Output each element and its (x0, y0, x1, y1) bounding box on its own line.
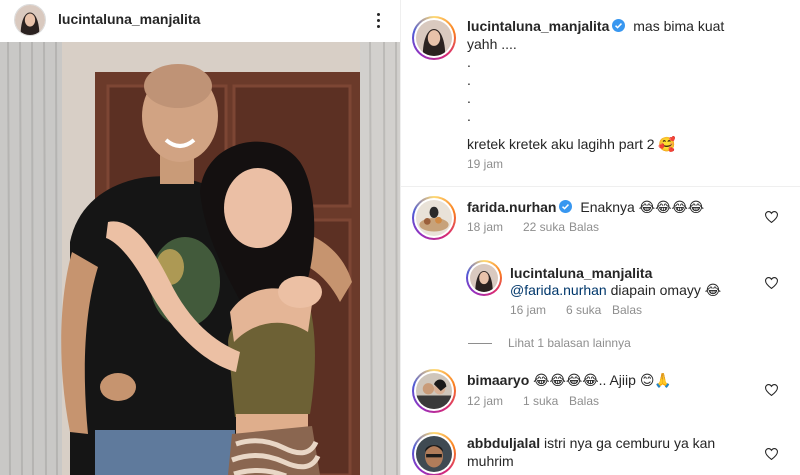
like-heart-icon[interactable] (765, 277, 778, 289)
comment-body-1: Enaknya 😂😂😂😂 (580, 199, 705, 215)
post-panel: lucintaluna_manjalita (0, 0, 400, 475)
comment-body-4-line2: muhrim (467, 453, 514, 469)
like-heart-icon[interactable] (765, 384, 778, 396)
comment-text-3: bimaaryo 😂😂😂😂.. Ajiip 😊🙏 (467, 371, 672, 389)
post-header: lucintaluna_manjalita (0, 0, 400, 42)
caption-dot-1: . (467, 54, 471, 70)
reply-avatar-lucinta[interactable] (466, 260, 502, 296)
comment-time-1[interactable]: 18 jam (467, 220, 523, 234)
like-heart-icon[interactable] (765, 211, 778, 223)
reply-username[interactable]: lucintaluna_manjalita (510, 265, 652, 281)
caption-line-last: kretek kretek aku lagihh part 2 🥰 (467, 136, 676, 152)
reply-meta: 16 jam 6 suka Balas (510, 303, 642, 317)
reply-time[interactable]: 16 jam (510, 303, 566, 317)
caption-author-avatar[interactable] (412, 16, 456, 60)
comment-text-4: abbduljalal istri nya ga cemburu ya kan (467, 434, 715, 452)
caption-text: lucintaluna_manjalita mas bima kuat (467, 17, 767, 35)
comment-avatar-farida[interactable] (412, 196, 456, 240)
reply-text: @farida.nurhan diapain omayy 😂 (510, 281, 721, 299)
verified-badge-icon (612, 19, 626, 32)
caption-line-2: yahh .... (467, 36, 517, 52)
comment-avatar-abbduljalal[interactable] (412, 432, 456, 475)
caption-dot-3: . (467, 90, 471, 106)
reply-username-line: lucintaluna_manjalita (510, 264, 652, 282)
comment-username-1[interactable]: farida.nurhan (467, 199, 556, 215)
caption-username[interactable]: lucintaluna_manjalita (467, 18, 609, 34)
more-options-icon[interactable] (368, 8, 388, 32)
comment-time-3[interactable]: 12 jam (467, 394, 523, 408)
reply-reply-button[interactable]: Balas (612, 303, 642, 317)
comments-panel (400, 0, 800, 475)
view-more-replies-button[interactable]: Lihat 1 balasan lainnya (468, 336, 631, 350)
comment-body-3: 😂😂😂😂.. Ajiip 😊🙏 (533, 372, 672, 388)
caption-meta: 19 jam (467, 157, 503, 171)
comment-reply-button-3[interactable]: Balas (569, 394, 599, 408)
comment-body-4-line1: istri nya ga cemburu ya kan (544, 435, 716, 451)
comment-text-1: farida.nurhan Enaknya 😂😂😂😂 (467, 198, 704, 216)
reply-mention[interactable]: @farida.nurhan (510, 282, 607, 298)
caption-dot-2: . (467, 72, 471, 88)
caption-line-1: mas bima kuat (633, 18, 725, 34)
post-author-username[interactable]: lucintaluna_manjalita (58, 11, 200, 27)
view-more-replies-label: Lihat 1 balasan lainnya (508, 336, 631, 350)
reply-body: diapain omayy 😂 (610, 282, 722, 298)
caption-divider (400, 186, 800, 187)
comment-likes-3[interactable]: 1 suka (523, 394, 569, 408)
reply-likes[interactable]: 6 suka (566, 303, 612, 317)
replies-line-divider (468, 342, 492, 344)
comment-username-4[interactable]: abbduljalal (467, 435, 540, 451)
caption-time[interactable]: 19 jam (467, 157, 503, 171)
comment-meta-3: 12 jam 1 suka Balas (467, 394, 599, 408)
caption-dot-4: . (467, 108, 471, 124)
comment-likes-1[interactable]: 22 suka (523, 220, 569, 234)
post-photo[interactable] (0, 42, 400, 475)
comment-avatar-bimaaryo[interactable] (412, 369, 456, 413)
comment-meta-1: 18 jam 22 suka Balas (467, 220, 599, 234)
comment-reply-button-1[interactable]: Balas (569, 220, 599, 234)
verified-badge-icon (559, 200, 573, 213)
comment-username-3[interactable]: bimaaryo (467, 372, 529, 388)
post-author-avatar[interactable] (14, 4, 46, 36)
like-heart-icon[interactable] (765, 448, 778, 460)
